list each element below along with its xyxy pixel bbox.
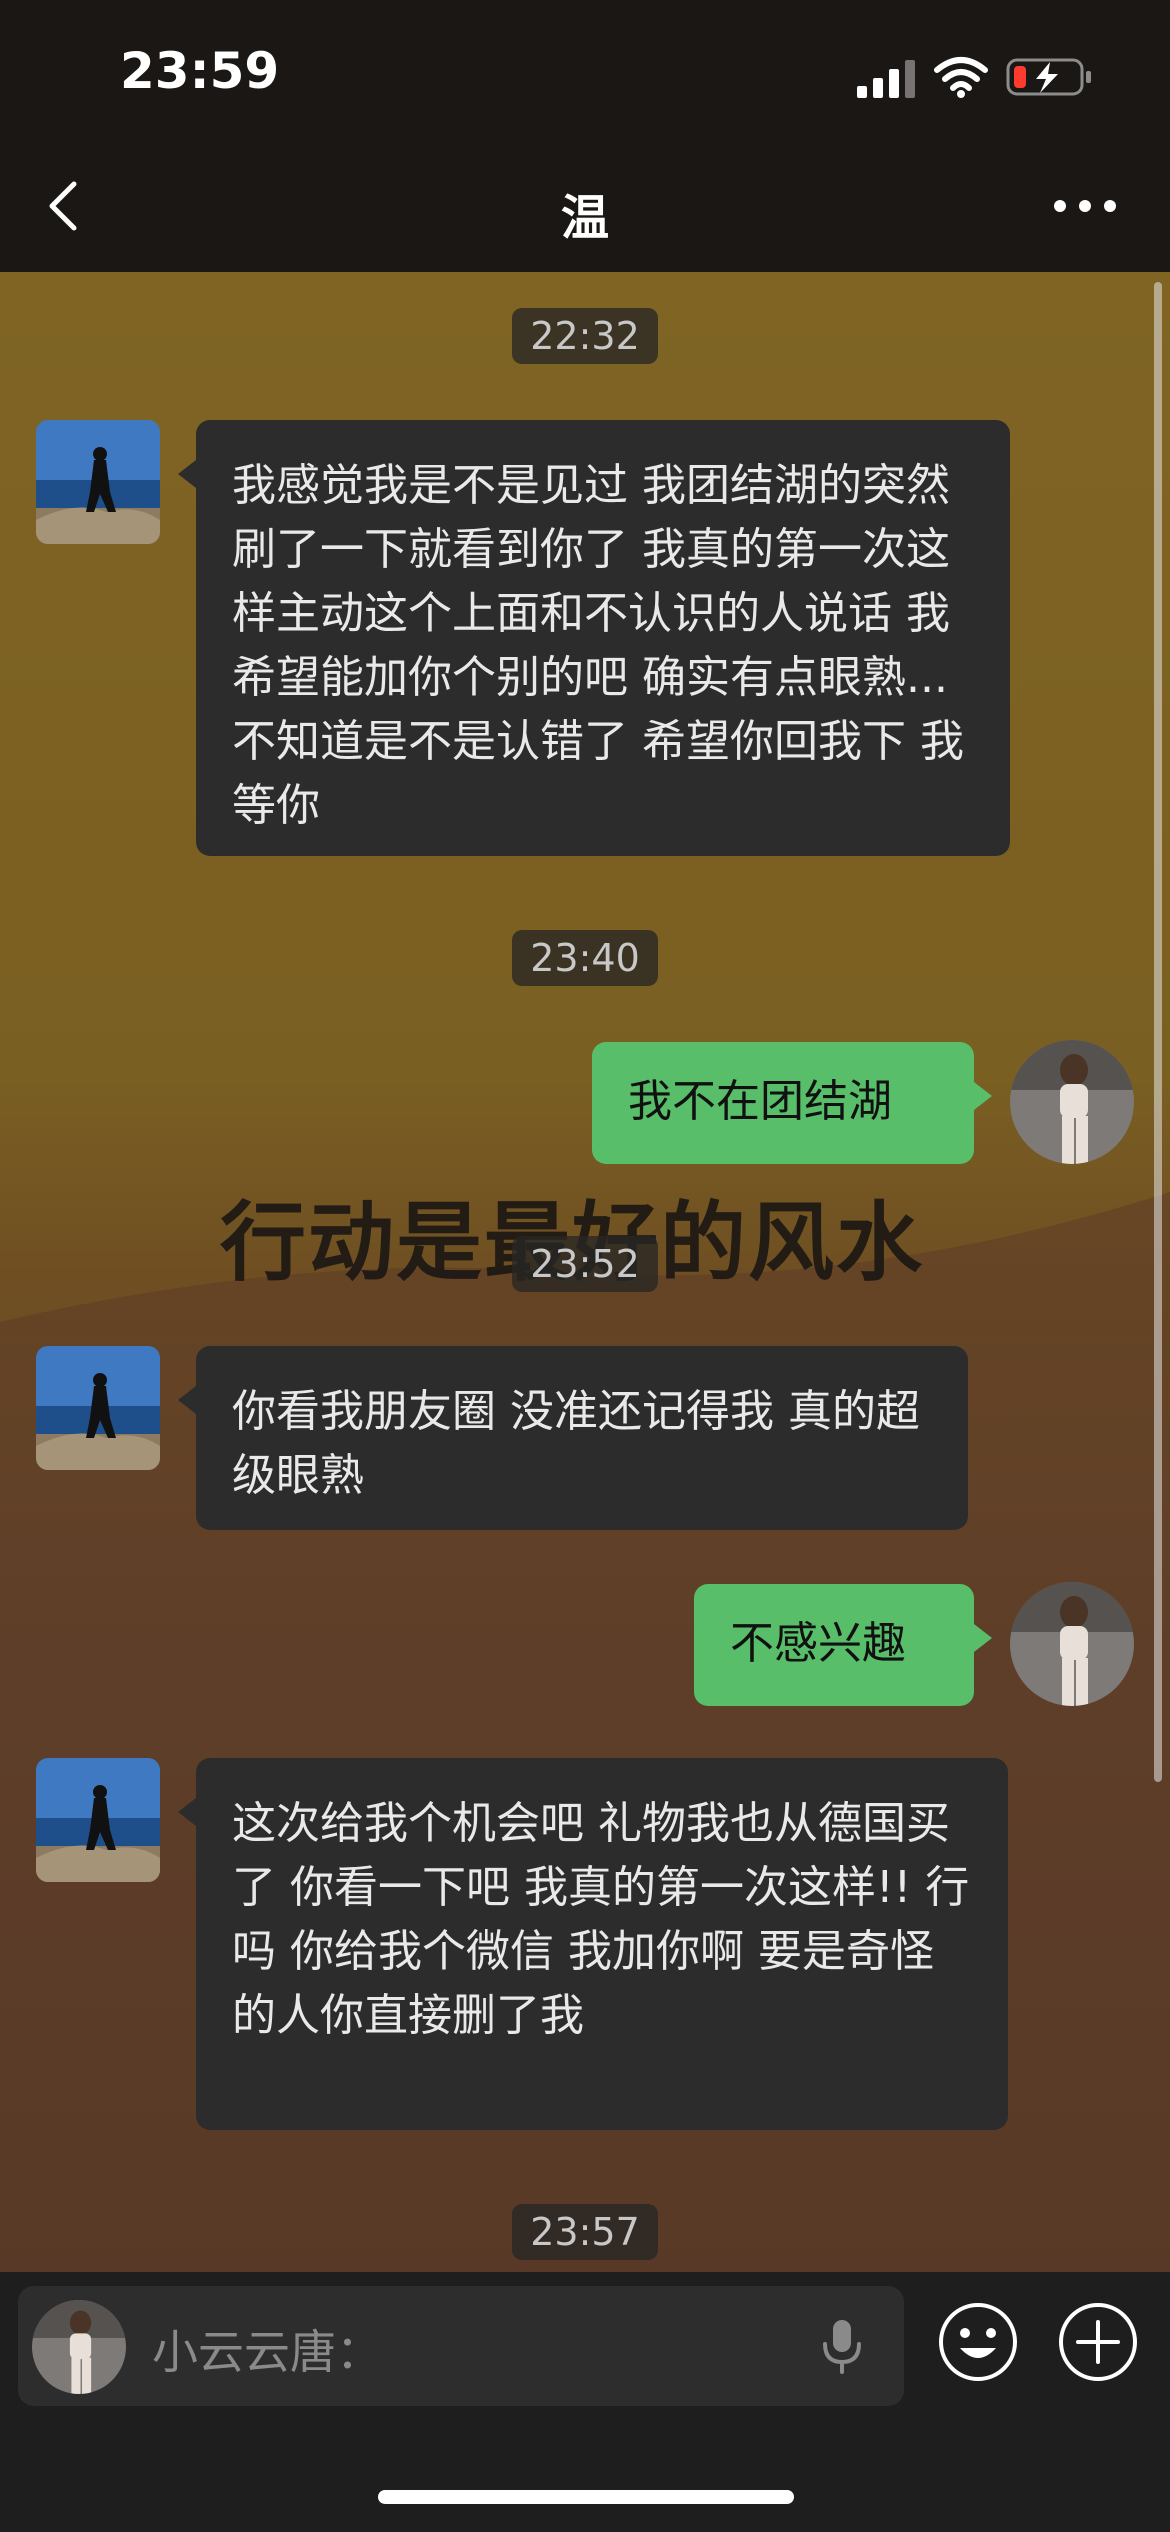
incoming-message-bubble[interactable]: 你看我朋友圈 没准还记得我 真的超级眼熟 xyxy=(178,1346,968,1530)
smiley-icon[interactable] xyxy=(936,2300,1020,2384)
self-avatar[interactable] xyxy=(1010,1582,1134,1706)
contact-avatar[interactable] xyxy=(36,1346,160,1470)
battery-charging-icon xyxy=(1006,58,1091,96)
scrollbar[interactable] xyxy=(1154,282,1162,1782)
outgoing-message-bubble[interactable]: 我不在团结湖 xyxy=(592,1042,992,1164)
cellular-signal-icon xyxy=(857,60,915,98)
timestamp: 23:52 xyxy=(512,1236,658,1292)
incoming-message-bubble[interactable]: 我感觉我是不是见过 我团结湖的突然刷了一下就看到你了 我真的第一次这样主动这个上… xyxy=(178,420,1010,856)
self-avatar[interactable] xyxy=(1010,1040,1134,1164)
message-text: 不感兴趣 xyxy=(730,1618,906,1669)
avatar-photo-icon xyxy=(1010,1040,1134,1164)
avatar-photo-icon xyxy=(36,1758,160,1882)
avatar-photo-icon xyxy=(32,2300,126,2394)
message-text: 我不在团结湖 xyxy=(628,1076,892,1127)
outgoing-message-bubble[interactable]: 不感兴趣 xyxy=(694,1584,992,1706)
contact-avatar[interactable] xyxy=(36,420,160,544)
microphone-icon[interactable] xyxy=(818,2316,866,2376)
chat-title: 温 xyxy=(560,190,609,246)
self-avatar xyxy=(32,2300,126,2394)
wifi-icon xyxy=(934,57,988,98)
chat-message-area[interactable]: 行动是最好的风水 22:32 我感觉我是不是见过 我团结湖的突然刷了一下就看到你… xyxy=(0,272,1170,2272)
avatar-photo-icon xyxy=(36,1346,160,1470)
home-indicator[interactable] xyxy=(378,2490,794,2504)
message-text: 我感觉我是不是见过 我团结湖的突然刷了一下就看到你了 我真的第一次这样主动这个上… xyxy=(232,460,964,831)
status-bar: 23:59 xyxy=(0,0,1170,140)
plus-circle-icon[interactable] xyxy=(1056,2300,1140,2384)
timestamp: 23:57 xyxy=(512,2204,658,2260)
status-time: 23:59 xyxy=(120,42,280,100)
timestamp: 23:40 xyxy=(512,930,658,986)
avatar-photo-icon xyxy=(1010,1582,1134,1706)
input-placeholder: 小云云唐： xyxy=(152,2325,382,2379)
ellipsis-icon[interactable] xyxy=(1050,190,1120,222)
timestamp: 22:32 xyxy=(512,308,658,364)
message-input-field[interactable]: 小云云唐： xyxy=(18,2286,904,2406)
incoming-message-bubble[interactable]: 这次给我个机会吧 礼物我也从德国买了 你看一下吧 我真的第一次这样!! 行吗 你… xyxy=(178,1758,1008,2130)
message-text: 你看我朋友圈 没准还记得我 真的超级眼熟 xyxy=(232,1386,920,1501)
contact-avatar[interactable] xyxy=(36,1758,160,1882)
message-text: 这次给我个机会吧 礼物我也从德国买了 你看一下吧 我真的第一次这样!! 行吗 你… xyxy=(232,1798,970,2041)
avatar-photo-icon xyxy=(36,420,160,544)
chat-header: 温 xyxy=(0,140,1170,272)
